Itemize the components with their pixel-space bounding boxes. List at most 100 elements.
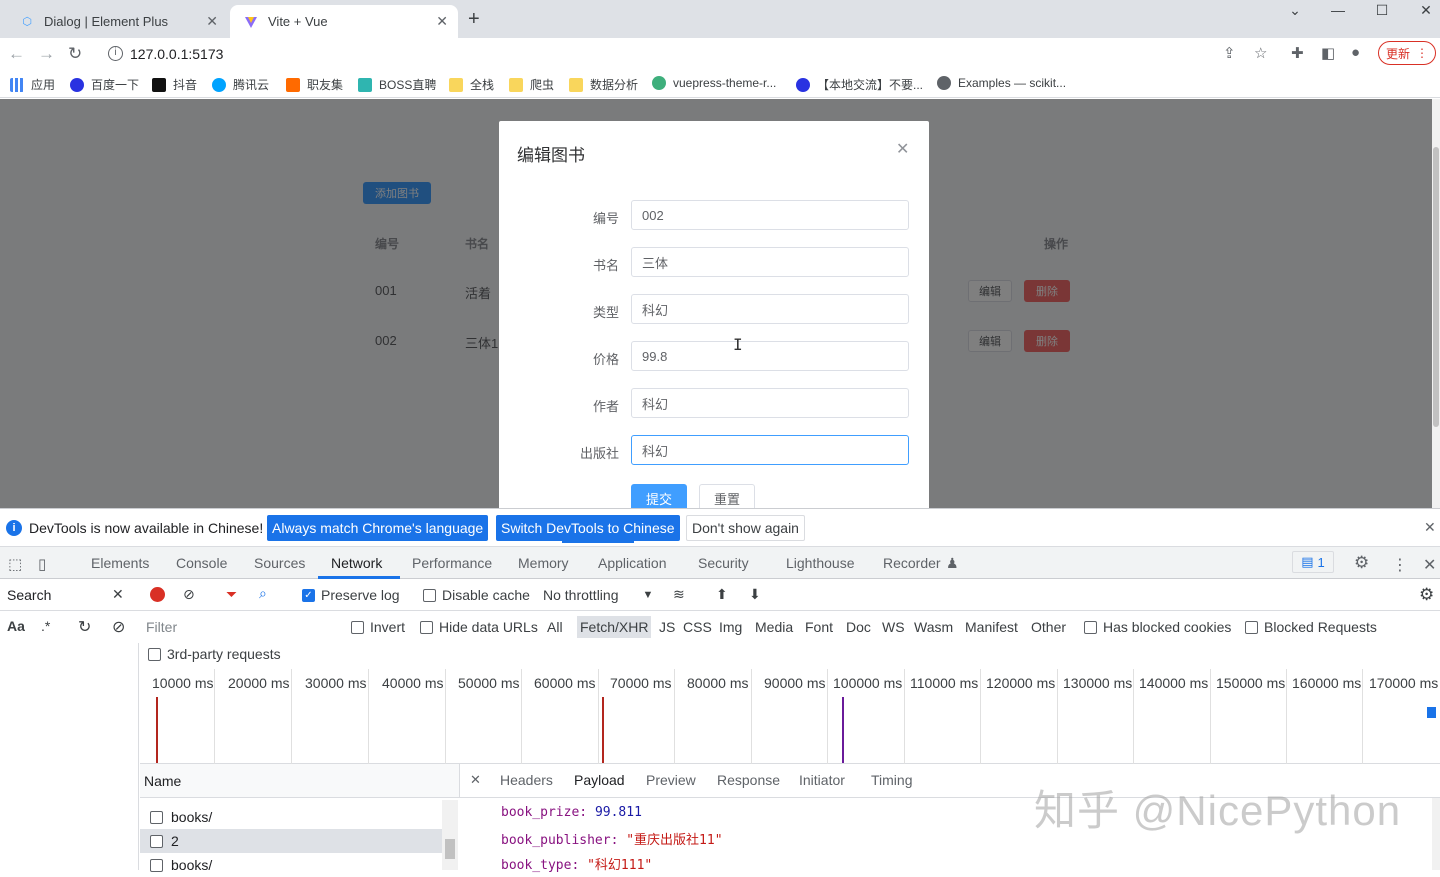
payload-scrollbar[interactable] — [1432, 798, 1440, 870]
third-party-requests-checkbox[interactable]: 3rd-party requests — [148, 646, 281, 662]
clear-icon[interactable]: ⊘ — [183, 586, 195, 603]
close-icon[interactable]: ✕ — [896, 139, 909, 159]
request-row-selected[interactable]: 2 — [140, 829, 442, 853]
tab-application[interactable]: Application — [598, 555, 667, 571]
device-toolbar-icon[interactable]: ▯ — [38, 555, 46, 573]
type-filter-other[interactable]: Other — [1031, 619, 1066, 635]
tab-security[interactable]: Security — [698, 555, 749, 571]
tab-performance[interactable]: Performance — [412, 555, 492, 571]
switch-to-chinese-button[interactable]: Switch DevTools to Chinese — [496, 515, 680, 541]
tab-memory[interactable]: Memory — [518, 555, 569, 571]
tab-console[interactable]: Console — [176, 555, 227, 571]
close-search-icon[interactable]: ✕ — [112, 586, 124, 603]
export-har-icon[interactable]: ⬇ — [749, 586, 761, 603]
scrollbar-thumb[interactable] — [1433, 147, 1439, 427]
filter-funnel-icon[interactable]: ⏷ — [226, 586, 237, 603]
browser-tab-vite-vue[interactable]: Vite + Vue ✕ — [230, 5, 458, 38]
publisher-input[interactable]: 科幻 — [631, 435, 909, 465]
maximize-icon[interactable]: ☐ — [1370, 2, 1394, 19]
site-info-icon[interactable]: i — [108, 46, 123, 61]
close-icon[interactable]: ✕ — [1424, 519, 1436, 536]
has-blocked-cookies-checkbox[interactable]: Has blocked cookies — [1084, 619, 1231, 635]
page-scrollbar[interactable] — [1432, 99, 1440, 508]
close-tab-icon[interactable]: ✕ — [206, 13, 218, 30]
price-input[interactable]: 99.8 — [631, 341, 909, 371]
tab-response[interactable]: Response — [717, 772, 780, 788]
search-icon[interactable]: ⌕ — [259, 585, 267, 602]
close-devtools-icon[interactable]: ✕ — [1423, 555, 1436, 575]
reset-button[interactable]: 重置 — [699, 484, 755, 508]
scrollbar-thumb[interactable] — [445, 839, 455, 859]
network-conditions-icon[interactable]: ≋ — [673, 586, 685, 603]
inspect-element-icon[interactable]: ⬚ — [8, 555, 22, 573]
type-filter-js[interactable]: JS — [659, 619, 675, 635]
bookmark-vuepress[interactable]: vuepress-theme-r... — [652, 76, 776, 90]
bookmark-folder-crawler[interactable]: 爬虫 — [509, 76, 554, 93]
bookmark-tencent-cloud[interactable]: 腾讯云 — [212, 76, 269, 93]
name-column-header[interactable]: Name — [144, 773, 181, 789]
id-input[interactable]: 002 — [631, 200, 909, 230]
bookmark-douyin[interactable]: 抖音 — [152, 76, 197, 93]
tab-recorder[interactable]: Recorder — [883, 555, 941, 571]
close-detail-icon[interactable]: ✕ — [470, 772, 481, 788]
issues-badge[interactable]: ▤ 1 — [1292, 551, 1334, 573]
bookmark-folder-quanzhan[interactable]: 全栈 — [449, 76, 494, 93]
profile-avatar-icon[interactable]: ● — [1351, 44, 1360, 61]
request-row[interactable]: books/ — [140, 805, 442, 829]
throttling-select[interactable]: No throttling ▼ — [543, 587, 653, 603]
more-vert-icon[interactable]: ⋮ — [1392, 555, 1408, 575]
tab-network[interactable]: Network — [331, 555, 382, 571]
share-icon[interactable]: ⇪ — [1223, 44, 1236, 62]
record-icon[interactable] — [150, 587, 165, 602]
regex-icon[interactable]: .* — [41, 618, 50, 634]
type-filter-manifest[interactable]: Manifest — [965, 619, 1018, 635]
settings-gear-icon[interactable]: ⚙ — [1354, 553, 1369, 573]
invert-checkbox[interactable]: Invert — [351, 619, 405, 635]
preserve-log-checkbox[interactable]: ✓ Preserve log — [302, 587, 400, 603]
browser-tab-element-plus[interactable]: ⬡ Dialog | Element Plus ✕ — [6, 5, 228, 38]
type-filter-ws[interactable]: WS — [882, 619, 905, 635]
tab-lighthouse[interactable]: Lighthouse — [786, 555, 855, 571]
hide-data-urls-checkbox[interactable]: Hide data URLs — [420, 619, 538, 635]
type-filter-css[interactable]: CSS — [683, 619, 712, 635]
always-match-language-button[interactable]: Always match Chrome's language — [267, 515, 489, 541]
submit-button[interactable]: 提交 — [631, 484, 687, 508]
bookmark-apps[interactable]: 应用 — [10, 76, 55, 93]
extensions-icon[interactable]: ✚ — [1291, 44, 1304, 62]
blocked-requests-checkbox[interactable]: Blocked Requests — [1245, 619, 1377, 635]
address-bar[interactable]: i 127.0.0.1:5173 — [100, 40, 1280, 68]
type-filter-img[interactable]: Img — [719, 619, 742, 635]
new-tab-icon[interactable]: + — [468, 8, 480, 31]
update-button[interactable]: 更新 ⋮ — [1378, 41, 1436, 65]
tab-timing[interactable]: Timing — [871, 772, 913, 788]
bookmark-folder-data[interactable]: 数据分析 — [569, 76, 638, 93]
back-icon[interactable]: ← — [8, 44, 25, 64]
tab-payload[interactable]: Payload — [574, 772, 625, 788]
name-input[interactable]: 三体 — [631, 247, 909, 277]
tab-initiator[interactable]: Initiator — [799, 772, 845, 788]
type-filter-font[interactable]: Font — [805, 619, 833, 635]
import-har-icon[interactable]: ⬆ — [716, 586, 728, 603]
window-close-icon[interactable]: ✕ — [1414, 2, 1438, 19]
forward-icon[interactable]: → — [38, 44, 55, 64]
request-row[interactable]: books/ — [140, 853, 442, 877]
type-filter-fetch-xhr[interactable]: Fetch/XHR — [577, 616, 652, 638]
refresh-search-icon[interactable]: ↻ — [78, 617, 91, 637]
match-case-icon[interactable]: Aa — [7, 618, 25, 634]
bookmark-boss[interactable]: BOSS直聘 — [358, 76, 436, 93]
type-input[interactable]: 科幻 — [631, 294, 909, 324]
type-filter-wasm[interactable]: Wasm — [914, 619, 953, 635]
author-input[interactable]: 科幻 — [631, 388, 909, 418]
bookmark-zhiyouji[interactable]: 职友集 — [286, 76, 343, 93]
type-filter-all[interactable]: All — [547, 619, 563, 635]
minimize-icon[interactable]: — — [1326, 2, 1350, 18]
type-filter-doc[interactable]: Doc — [846, 619, 871, 635]
dont-show-again-button[interactable]: Don't show again — [686, 515, 805, 541]
tab-headers[interactable]: Headers — [500, 772, 553, 788]
filter-input[interactable]: Filter — [140, 616, 338, 638]
network-overview-timeline[interactable]: 10000 ms 20000 ms 30000 ms 40000 ms 5000… — [140, 669, 1440, 764]
tab-preview[interactable]: Preview — [646, 772, 696, 788]
close-tab-icon[interactable]: ✕ — [436, 13, 448, 30]
disable-cache-checkbox[interactable]: Disable cache — [423, 587, 530, 603]
clear-search-icon[interactable]: ⊘ — [112, 617, 125, 637]
